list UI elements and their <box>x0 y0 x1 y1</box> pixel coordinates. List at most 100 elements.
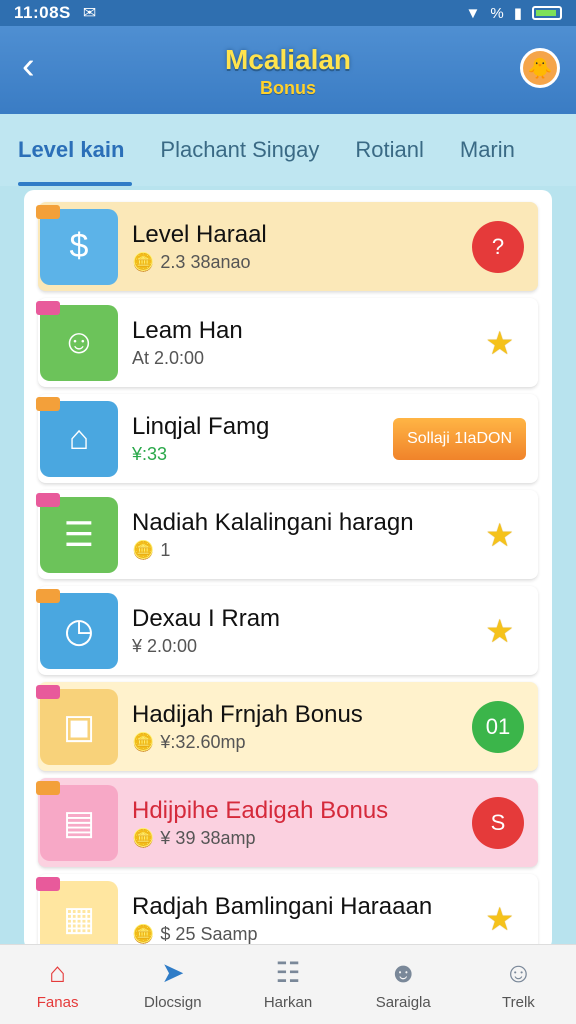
nav-item-3[interactable]: ☻ Saraigla <box>346 945 461 1024</box>
list-item[interactable]: ◷ Dexau I Rram ¥ 2.0:00 ★ <box>36 586 538 676</box>
row-subtitle: 🪙 $ 25 Saamp <box>132 922 485 946</box>
coin-icon: 🪙 <box>132 731 155 752</box>
thumbnail-glyph: ▤ <box>62 803 96 842</box>
tab-bar: Level kain Plachant Singay Rotianl Marin <box>0 114 576 186</box>
row-subtitle-text: ¥:33 <box>132 443 168 464</box>
row-info: Level Haraal 🪙 2.3 38anao <box>132 220 472 274</box>
app-title: Mcalialan <box>224 44 352 75</box>
row-info: Hadijah Frnjah Bonus 🪙 ¥:32.60mp <box>132 700 472 754</box>
status-badge[interactable]: S <box>472 796 524 849</box>
row-subtitle: 🪙 1 <box>132 538 485 562</box>
star-icon[interactable]: ★ <box>485 516 514 554</box>
thumbnail-glyph: ⌂ <box>68 419 90 457</box>
list-item[interactable]: $ Level Haraal 🪙 2.3 38anao? <box>36 202 538 292</box>
wifi-icon: ▼ <box>465 4 481 22</box>
thumbnail-tag <box>36 684 60 699</box>
list-item[interactable]: ☰ Nadiah Kalalingani haragn 🪙 1 ★ <box>36 490 538 580</box>
thumbnail-tag <box>36 204 60 219</box>
list-icon: ☷ <box>275 957 301 988</box>
star-icon[interactable]: ★ <box>485 612 514 650</box>
status-badge[interactable]: ? <box>472 220 524 273</box>
row-info: Radjah Bamlingani Haraaan 🪙 $ 25 Saamp <box>132 892 485 946</box>
thumbnail-tag <box>36 396 60 411</box>
row-info: Dexau I Rram ¥ 2.0:00 <box>132 604 485 658</box>
nav-item-1[interactable]: ➤ Dlocsign <box>115 945 230 1024</box>
row-subtitle: ¥ 2.0:00 <box>132 634 485 658</box>
bottom-nav: ⌂ Fanas ➤ Dlocsign ☷ Harkan ☻ Saraigla ☺ Trelk <box>0 944 576 1024</box>
rocket-icon: ➤ <box>161 957 185 988</box>
row-title: Leam Han <box>132 316 243 344</box>
tab-1[interactable]: Plachant Singay <box>142 114 337 186</box>
row-subtitle: ¥:33 <box>132 442 393 466</box>
status-right: ▼ % ▮ <box>466 4 562 22</box>
list-item[interactable]: ▦ Radjah Bamlingani Haraaan 🪙 $ 25 Saamp ★ <box>36 874 538 950</box>
tab-2[interactable]: Rotianl <box>337 114 441 186</box>
thumbnail-glyph: ◷ <box>64 611 94 650</box>
nav-label: Saraigla <box>375 994 431 1011</box>
signal-text: % <box>490 4 504 22</box>
coin-icon: 🪙 <box>132 539 155 560</box>
bonus-thumbnail-icon: ☰ <box>36 492 118 573</box>
thumbnail-tag <box>36 492 60 507</box>
bonus-thumbnail-icon: ▣ <box>36 684 118 765</box>
status-bar: 11:08S ✉ ▼ % ▮ <box>0 0 576 26</box>
nav-item-2[interactable]: ☷ Harkan <box>230 945 345 1024</box>
row-subtitle-text: ¥ 39 38amp <box>160 827 256 848</box>
tab-0[interactable]: Level kain <box>0 114 142 186</box>
battery-icon <box>532 6 562 20</box>
row-title: Hdijpihe Eadigah Bonus <box>132 796 389 824</box>
app-header: ‹ Mcalialan Bonus 🐥 <box>0 26 576 114</box>
nav-item-4[interactable]: ☺ Trelk <box>461 945 576 1024</box>
nav-label: Harkan <box>263 994 313 1011</box>
thumbnail-glyph: $ <box>69 227 89 265</box>
status-badge[interactable]: 01 <box>472 700 524 753</box>
thumbnail-glyph: ☺ <box>61 323 97 361</box>
nav-label: Dlocsign <box>144 994 202 1011</box>
users-icon: ☻ <box>388 957 418 988</box>
nav-item-0[interactable]: ⌂ Fanas <box>0 945 115 1024</box>
bonus-thumbnail-icon: ◷ <box>36 588 118 669</box>
thumbnail-tag <box>36 300 60 315</box>
bonus-thumbnail-icon: ⌂ <box>36 396 118 477</box>
row-subtitle: At 2.0:00 <box>132 346 485 370</box>
thumbnail-glyph: ☰ <box>63 515 95 554</box>
thumbnail-tag <box>36 876 60 891</box>
nav-label: Trelk <box>502 994 535 1011</box>
list-item[interactable]: ▣ Hadijah Frnjah Bonus 🪙 ¥:32.60mp 01 <box>36 682 538 772</box>
row-title: Dexau I Rram <box>132 604 281 632</box>
list-item[interactable]: ⌂ Linqjal Famg ¥:33 Sollaji 1IaDON <box>36 394 538 484</box>
bonus-thumbnail-icon: $ <box>36 204 118 285</box>
row-subtitle: 🪙 ¥:32.60mp <box>132 730 472 754</box>
list-item[interactable]: ▤ Hdijpihe Eadigah Bonus 🪙 ¥ 39 38amp S <box>36 778 538 868</box>
thumbnail-tag <box>36 588 60 603</box>
mail-icon: ✉ <box>82 5 97 22</box>
coin-icon: 🪙 <box>132 923 155 944</box>
row-subtitle-text: 2.3 38anao <box>160 251 251 272</box>
tab-3[interactable]: Marin <box>442 114 533 186</box>
list-item[interactable]: ☺ Leam Han At 2.0:00 ★ <box>36 298 538 388</box>
bonus-list: $ Level Haraal 🪙 2.3 38anao? ☺ Leam Han At 2.0… <box>24 190 552 950</box>
coin-icon: 🪙 <box>132 251 155 272</box>
row-subtitle-text: 1 <box>160 539 171 560</box>
status-time: 11:08S <box>14 3 71 22</box>
row-info: Linqjal Famg ¥:33 <box>132 412 393 466</box>
row-info: Hdijpihe Eadigah Bonus 🪙 ¥ 39 38amp <box>132 796 472 850</box>
nav-label: Fanas <box>36 994 79 1011</box>
bonus-thumbnail-icon: ☺ <box>36 300 118 381</box>
row-title: Linqjal Famg <box>132 412 270 440</box>
home-icon: ⌂ <box>49 957 67 988</box>
mascot-icon[interactable]: 🐥 <box>520 48 560 88</box>
thumbnail-glyph: ▦ <box>62 899 96 938</box>
star-icon[interactable]: ★ <box>485 324 514 362</box>
row-subtitle: 🪙 ¥ 39 38amp <box>132 826 472 850</box>
thumbnail-tag <box>36 780 60 795</box>
row-title: Hadijah Frnjah Bonus <box>132 700 363 728</box>
app-subtitle: Bonus <box>260 78 316 98</box>
row-subtitle-text: ¥:32.60mp <box>160 731 246 752</box>
claim-button[interactable]: Sollaji 1IaDON <box>393 417 526 460</box>
sim-icon: ▮ <box>513 5 522 22</box>
row-title: Radjah Bamlingani Haraaan <box>132 892 433 920</box>
star-icon[interactable]: ★ <box>485 900 514 938</box>
row-title: Level Haraal <box>132 220 267 248</box>
coin-icon: 🪙 <box>132 827 155 848</box>
